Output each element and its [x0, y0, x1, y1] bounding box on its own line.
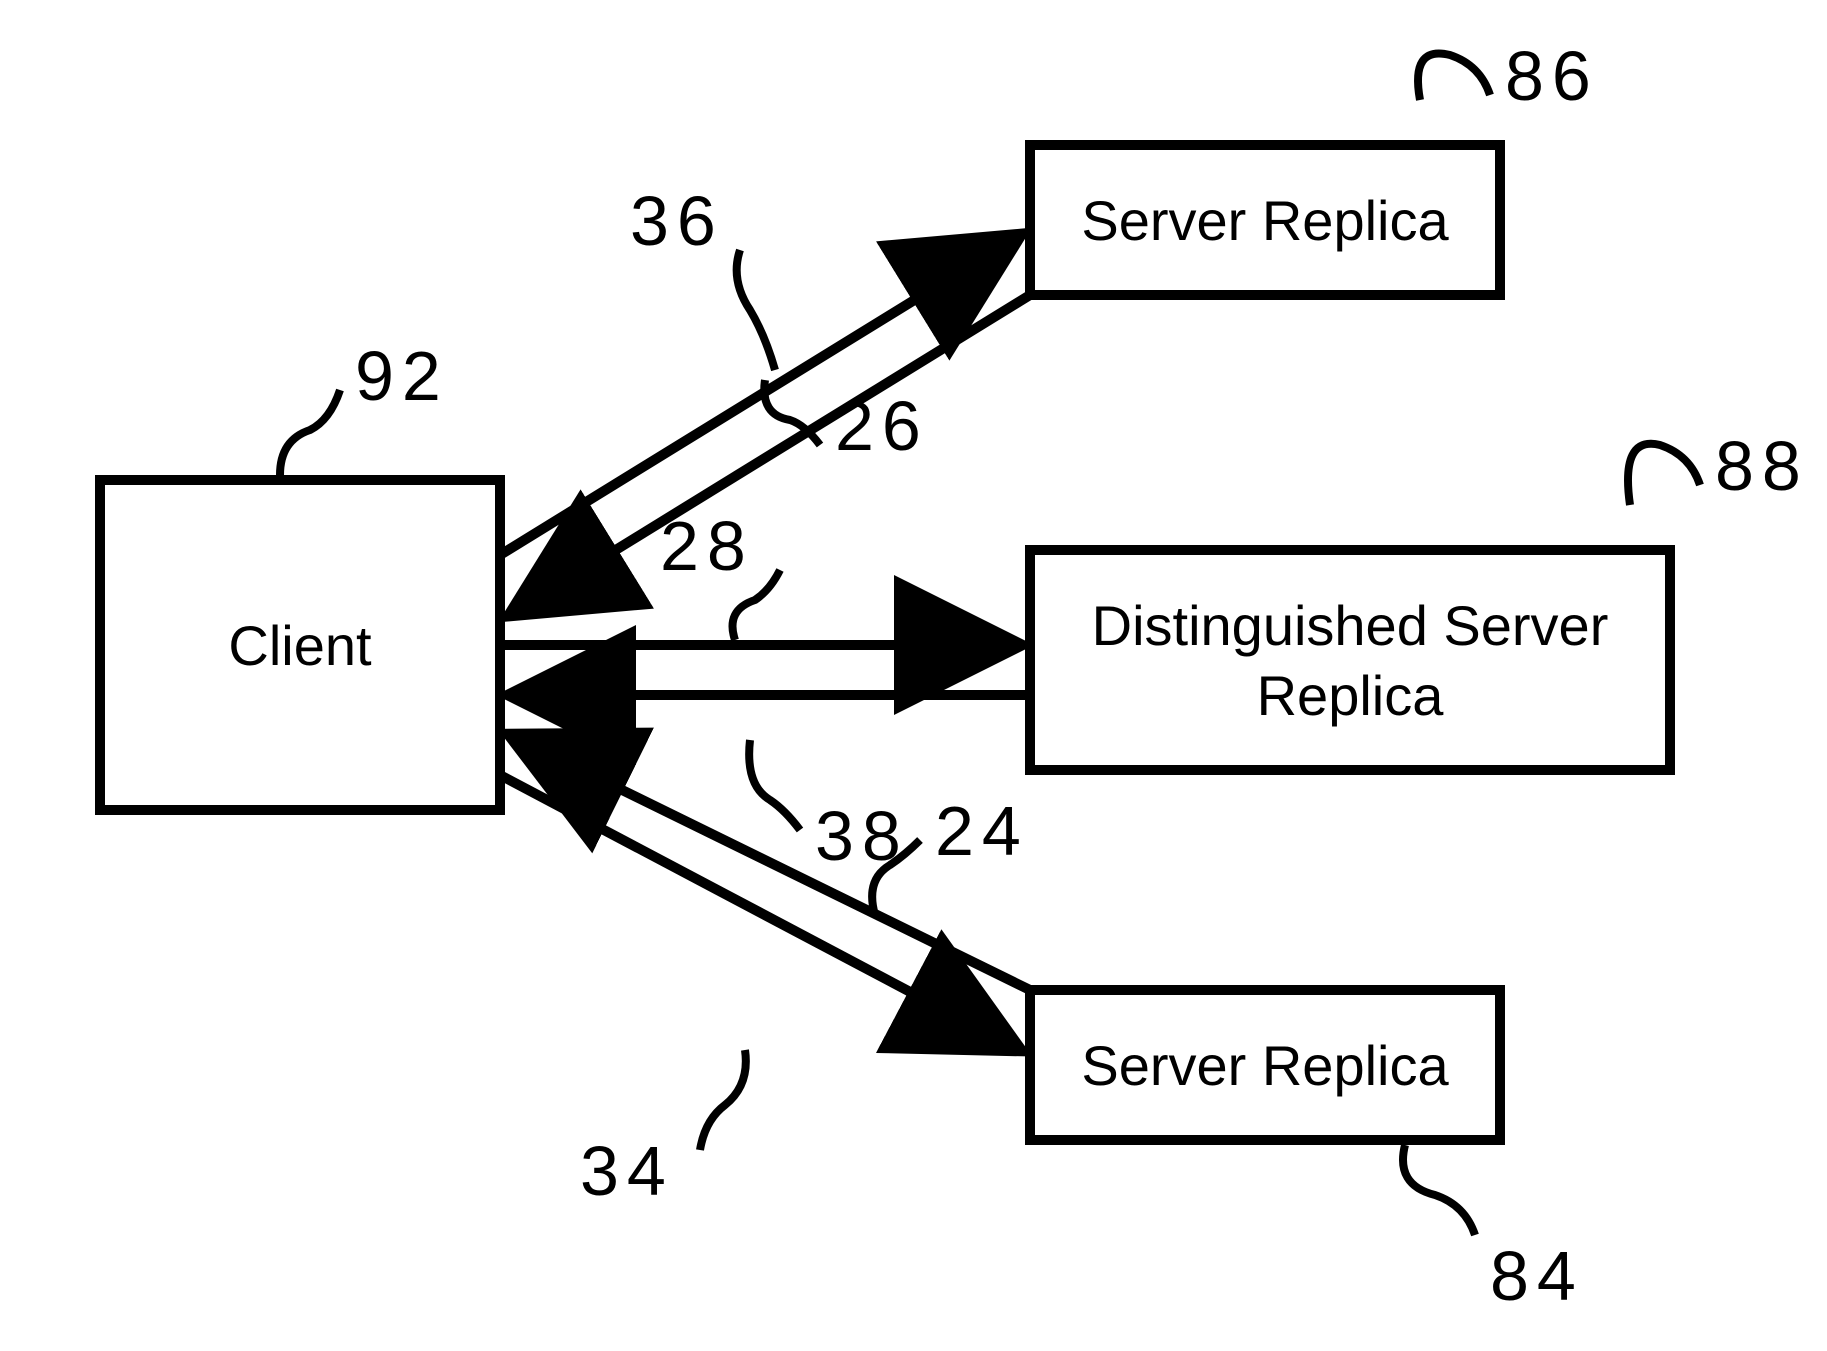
ref-arrow-28: 28: [660, 507, 754, 585]
server-replica-top-box: Server Replica: [1030, 145, 1500, 295]
ref-server1: 86: [1505, 37, 1599, 115]
ref-arrow-34: 34: [580, 1132, 674, 1210]
server-replica-bottom-box: Server Replica: [1030, 990, 1500, 1140]
ref-client: 92: [355, 337, 449, 415]
ref-arrow-24: 24: [935, 792, 1029, 870]
arrow-client-to-server1: [500, 235, 1020, 555]
ref-arrow-36: 36: [630, 182, 724, 260]
client-label: Client: [228, 614, 372, 677]
ref-arrow-38: 38: [815, 797, 909, 875]
server-replica-bottom-label: Server Replica: [1081, 1034, 1449, 1097]
client-box: Client: [100, 480, 500, 810]
server-replica-top-label: Server Replica: [1081, 189, 1449, 252]
distinguished-server-box: Distinguished Server Replica: [1030, 550, 1670, 770]
ref-arrow-26: 26: [835, 387, 929, 465]
distinguished-server-line1: Distinguished Server: [1092, 594, 1609, 657]
distinguished-server-line2: Replica: [1257, 664, 1445, 727]
ref-server2: 88: [1715, 427, 1809, 505]
architecture-diagram: Client Server Replica Distinguished Serv…: [0, 0, 1827, 1351]
ref-server3: 84: [1490, 1237, 1584, 1315]
